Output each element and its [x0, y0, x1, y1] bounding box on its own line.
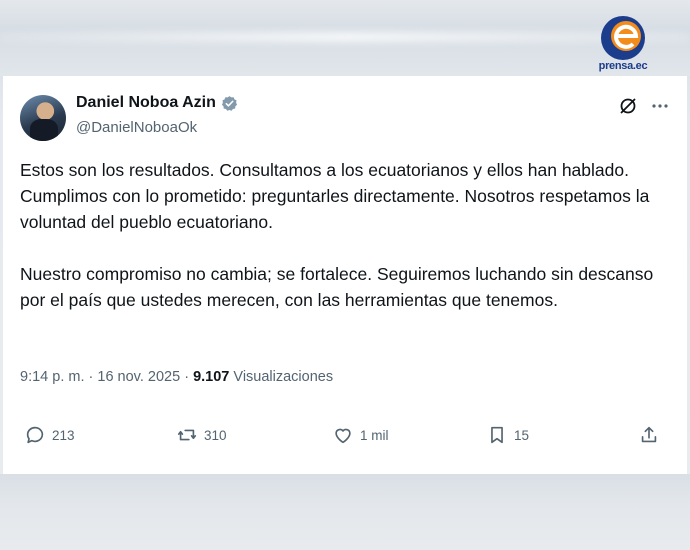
background-bottom — [0, 474, 690, 550]
like-button[interactable]: 1 mil — [332, 424, 389, 446]
reply-icon — [26, 426, 44, 444]
meta-separator: · — [88, 369, 94, 385]
reply-button[interactable]: 213 — [24, 424, 75, 446]
tweet-meta: 9:14 p. m. · 16 nov. 2025 · 9.107 Visual… — [20, 369, 333, 385]
bookmark-icon — [491, 426, 503, 444]
tweet-top-actions — [618, 96, 670, 116]
verified-badge-icon — [221, 95, 237, 111]
share-icon — [641, 426, 657, 443]
author-name[interactable]: Daniel Noboa Azin — [76, 94, 238, 112]
tweet-action-bar: 213 310 1 mil 15 — [24, 424, 664, 448]
background-top — [0, 0, 690, 76]
author-name-text: Daniel Noboa Azin — [76, 94, 216, 111]
tweet-paragraph-2: Nuestro compromiso no cambia; se fortale… — [20, 264, 654, 310]
tweet-text: Estos son los resultados. Consultamos a … — [20, 157, 660, 313]
views-label: Visualizaciones — [233, 369, 334, 385]
repost-icon — [177, 429, 197, 441]
avatar[interactable] — [20, 95, 66, 141]
logo-wordmark: prensa.ec — [598, 60, 648, 72]
meta-separator: · — [184, 369, 190, 385]
reply-count: 213 — [52, 427, 75, 443]
like-count: 1 mil — [360, 427, 389, 443]
tweet-date[interactable]: 16 nov. 2025 — [97, 369, 180, 385]
share-button[interactable] — [638, 424, 660, 446]
repost-button[interactable]: 310 — [176, 424, 227, 446]
tweet-paragraph-1: Estos son los resultados. Consultamos a … — [20, 160, 650, 232]
more-icon[interactable] — [650, 96, 670, 116]
bookmark-count: 15 — [514, 427, 530, 443]
grok-icon[interactable] — [618, 96, 638, 116]
author-handle[interactable]: @DanielNoboaOk — [76, 119, 197, 136]
like-icon — [335, 428, 351, 444]
bookmark-button[interactable]: 15 — [486, 424, 529, 446]
tweet-time[interactable]: 9:14 p. m. — [20, 369, 84, 385]
views-count: 9.107 — [193, 369, 230, 385]
repost-count: 310 — [204, 427, 227, 443]
